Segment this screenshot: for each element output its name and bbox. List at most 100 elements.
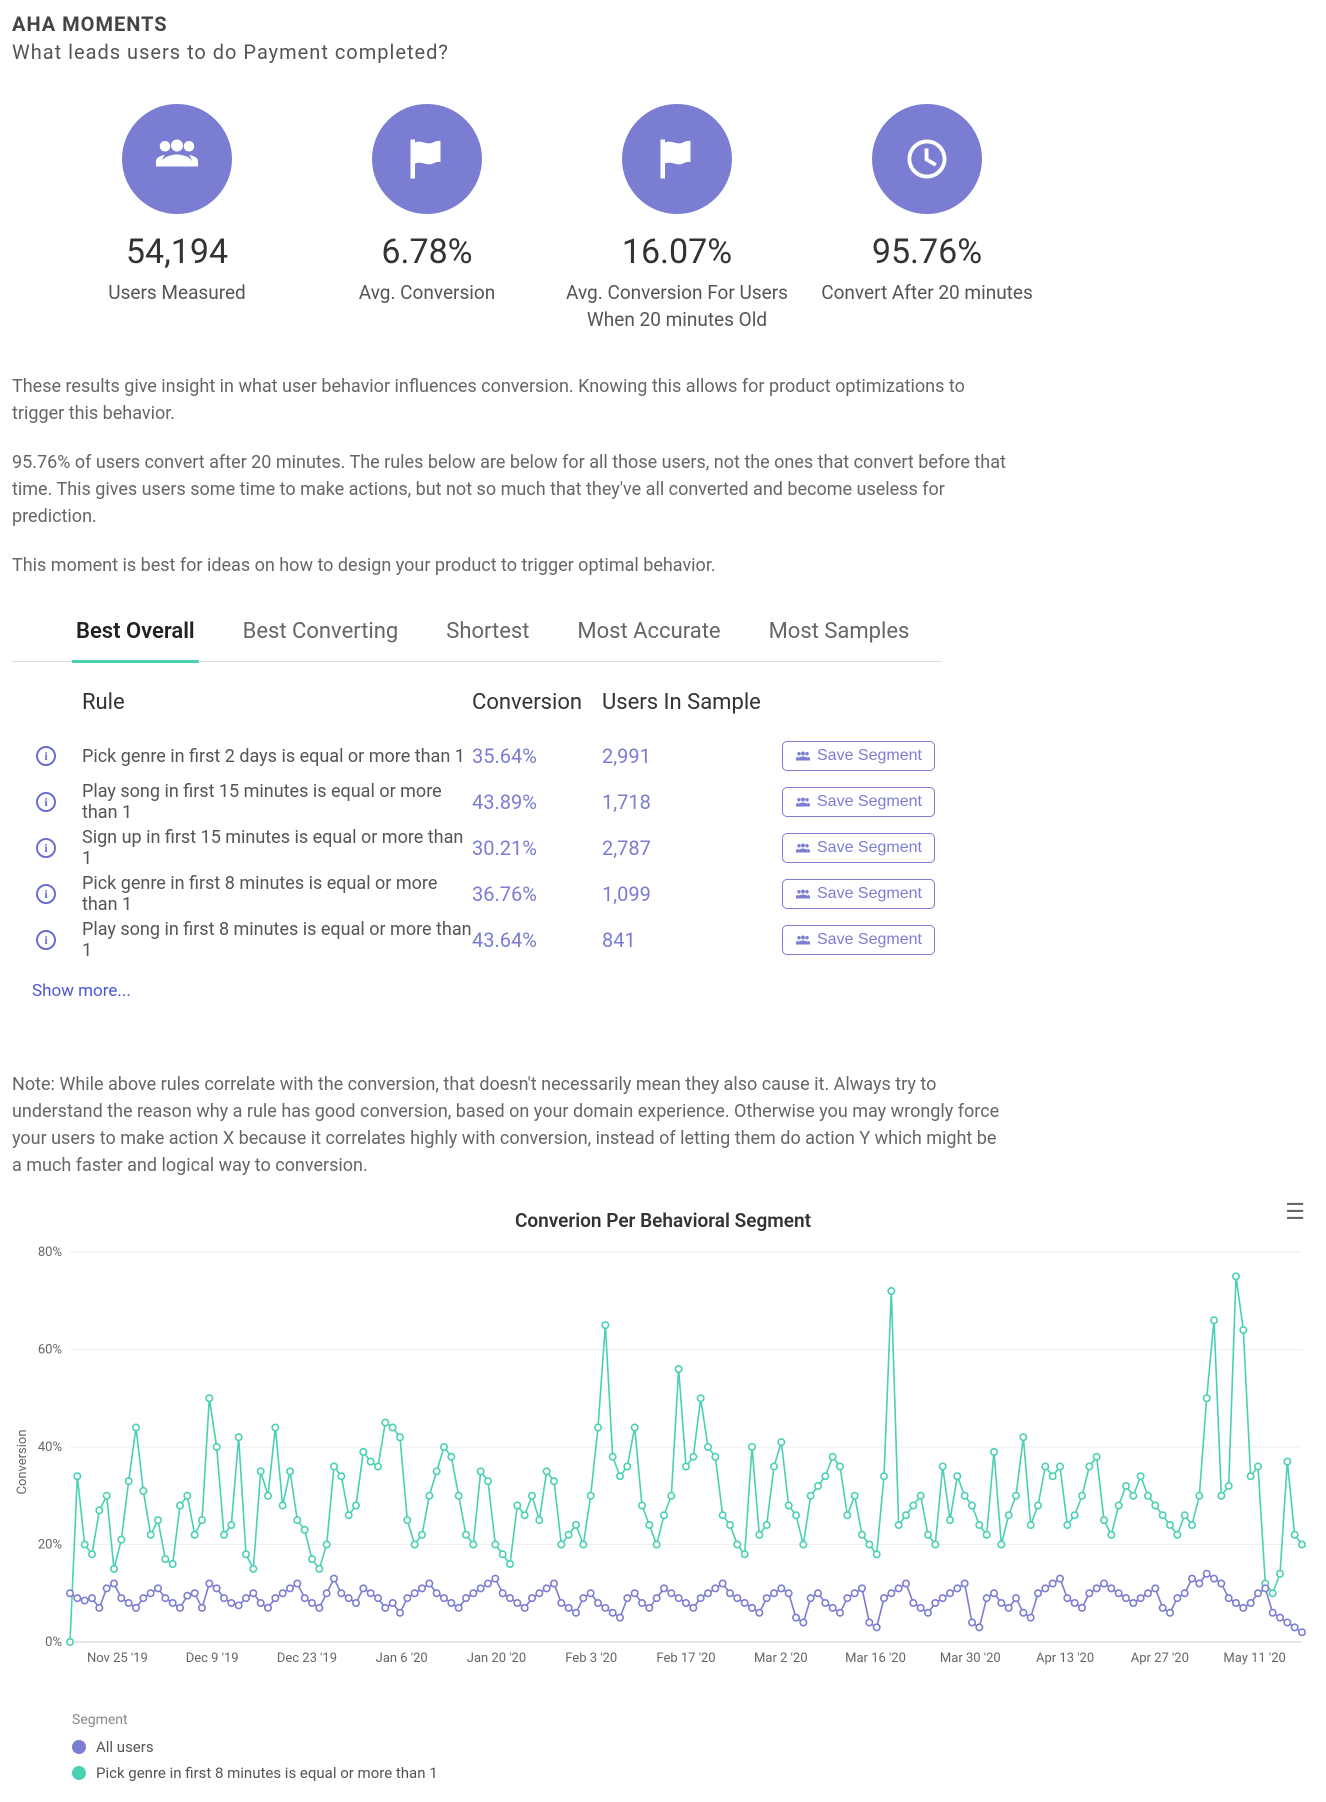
svg-text:20%: 20% <box>38 1538 62 1553</box>
page-title: AHA MOMENTS <box>12 12 1314 36</box>
svg-text:Nov 25 '19: Nov 25 '19 <box>87 1651 148 1666</box>
chart-title: Converion Per Behavioral Segment <box>12 1209 1314 1232</box>
explain-p3: This moment is best for ideas on how to … <box>12 552 1012 579</box>
stat-value: 54,194 <box>52 232 302 272</box>
stats-row: 54,194 Users Measured 6.78% Avg. Convers… <box>12 104 1314 333</box>
users-icon <box>795 887 811 901</box>
legend-dot <box>72 1740 86 1754</box>
info-icon[interactable]: i <box>36 838 56 858</box>
info-icon[interactable]: i <box>36 746 56 766</box>
svg-text:Feb 3 '20: Feb 3 '20 <box>565 1651 617 1666</box>
clock-icon <box>872 104 982 214</box>
page-subtitle: What leads users to do Payment completed… <box>12 40 1314 64</box>
rule-conversion: 43.64% <box>472 928 602 952</box>
users-icon <box>795 841 811 855</box>
table-row: i Sign up in first 15 minutes is equal o… <box>32 825 942 871</box>
svg-text:40%: 40% <box>38 1440 62 1455</box>
rule-users: 2,787 <box>602 836 782 860</box>
column-header-users: Users In Sample <box>602 690 782 715</box>
legend-item[interactable]: All users <box>72 1738 1314 1756</box>
stat-label: Users Measured <box>52 280 302 307</box>
svg-text:Apr 13 '20: Apr 13 '20 <box>1036 1651 1094 1666</box>
rule-conversion: 43.89% <box>472 790 602 814</box>
tab-most-accurate[interactable]: Most Accurate <box>573 619 724 663</box>
svg-text:Apr 27 '20: Apr 27 '20 <box>1131 1651 1189 1666</box>
save-segment-button[interactable]: Save Segment <box>782 741 935 771</box>
chart-legend: Segment All users Pick genre in first 8 … <box>12 1712 1314 1782</box>
stat-label: Avg. Conversion <box>302 280 552 307</box>
explanation-block: These results give insight in what user … <box>12 373 1012 579</box>
svg-text:Conversion: Conversion <box>15 1430 30 1495</box>
rule-text: Pick genre in first 8 minutes is equal o… <box>82 873 472 915</box>
rule-users: 1,099 <box>602 882 782 906</box>
flag-icon <box>372 104 482 214</box>
rules-table-header: Rule Conversion Users In Sample <box>32 690 942 715</box>
conversion-chart: Conversion 0% 20% 40% 60% 80% Nov 25 '19 Dec 9 … <box>12 1242 1312 1682</box>
tab-best-converting[interactable]: Best Converting <box>239 619 403 663</box>
rules-table: Rule Conversion Users In Sample i Pick g… <box>12 690 942 963</box>
svg-text:Feb 17 '20: Feb 17 '20 <box>656 1651 715 1666</box>
table-row: i Play song in first 8 minutes is equal … <box>32 917 942 963</box>
svg-text:60%: 60% <box>38 1343 62 1358</box>
flag-icon <box>622 104 732 214</box>
column-header-rule: Rule <box>82 690 472 715</box>
rule-text: Play song in first 8 minutes is equal or… <box>82 919 472 961</box>
rule-users: 2,991 <box>602 744 782 768</box>
column-header-conv: Conversion <box>472 690 602 715</box>
save-segment-button[interactable]: Save Segment <box>782 925 935 955</box>
svg-text:Mar 30 '20: Mar 30 '20 <box>940 1651 1001 1666</box>
rule-users: 1,718 <box>602 790 782 814</box>
table-row: i Play song in first 15 minutes is equal… <box>32 779 942 825</box>
save-segment-label: Save Segment <box>817 839 922 857</box>
chart-container: ☰ Converion Per Behavioral Segment Conve… <box>12 1209 1314 1782</box>
rule-text: Play song in first 15 minutes is equal o… <box>82 781 472 823</box>
svg-text:0%: 0% <box>45 1635 62 1650</box>
stat-card: 6.78% Avg. Conversion <box>302 104 552 333</box>
save-segment-label: Save Segment <box>817 885 922 903</box>
users-icon <box>795 749 811 763</box>
rule-conversion: 35.64% <box>472 744 602 768</box>
save-segment-button[interactable]: Save Segment <box>782 787 935 817</box>
info-icon[interactable]: i <box>36 884 56 904</box>
tab-most-samples[interactable]: Most Samples <box>765 619 914 663</box>
save-segment-label: Save Segment <box>817 931 922 949</box>
stat-value: 6.78% <box>302 232 552 272</box>
save-segment-label: Save Segment <box>817 747 922 765</box>
tab-shortest[interactable]: Shortest <box>442 619 533 663</box>
info-icon[interactable]: i <box>36 792 56 812</box>
svg-text:Dec 23 '19: Dec 23 '19 <box>277 1651 337 1666</box>
stat-label: Avg. Conversion For Users When 20 minute… <box>552 280 802 333</box>
users-icon <box>795 795 811 809</box>
rule-text: Sign up in first 15 minutes is equal or … <box>82 827 472 869</box>
legend-item[interactable]: Pick genre in first 8 minutes is equal o… <box>72 1764 1314 1782</box>
table-row: i Pick genre in first 8 minutes is equal… <box>32 871 942 917</box>
svg-text:80%: 80% <box>38 1245 62 1260</box>
svg-text:Jan 6 '20: Jan 6 '20 <box>376 1651 428 1666</box>
chart-menu-icon[interactable]: ☰ <box>1285 1209 1304 1217</box>
svg-text:Mar 16 '20: Mar 16 '20 <box>845 1651 906 1666</box>
explain-p1: These results give insight in what user … <box>12 373 1012 427</box>
svg-text:May 11 '20: May 11 '20 <box>1223 1651 1285 1666</box>
stat-value: 95.76% <box>802 232 1052 272</box>
rule-users: 841 <box>602 928 782 952</box>
legend-label: Pick genre in first 8 minutes is equal o… <box>96 1764 438 1782</box>
users-icon <box>122 104 232 214</box>
info-icon[interactable]: i <box>36 930 56 950</box>
svg-text:Dec 9 '19: Dec 9 '19 <box>186 1651 239 1666</box>
show-more-link[interactable]: Show more... <box>12 981 1314 1001</box>
save-segment-button[interactable]: Save Segment <box>782 833 935 863</box>
stat-card: 95.76% Convert After 20 minutes <box>802 104 1052 333</box>
table-row: i Pick genre in first 2 days is equal or… <box>32 733 942 779</box>
save-segment-button[interactable]: Save Segment <box>782 879 935 909</box>
stat-card: 16.07% Avg. Conversion For Users When 20… <box>552 104 802 333</box>
stat-card: 54,194 Users Measured <box>52 104 302 333</box>
legend-label: All users <box>96 1738 154 1756</box>
svg-text:Mar 2 '20: Mar 2 '20 <box>754 1651 807 1666</box>
explain-p2: 95.76% of users convert after 20 minutes… <box>12 449 1012 530</box>
legend-dot <box>72 1766 86 1780</box>
tab-best-overall[interactable]: Best Overall <box>72 619 199 663</box>
stat-label: Convert After 20 minutes <box>802 280 1052 307</box>
rule-conversion: 36.76% <box>472 882 602 906</box>
correlation-note: Note: While above rules correlate with t… <box>12 1071 1002 1179</box>
rules-tabs: Best Overall Best Converting Shortest Most … <box>12 619 942 662</box>
